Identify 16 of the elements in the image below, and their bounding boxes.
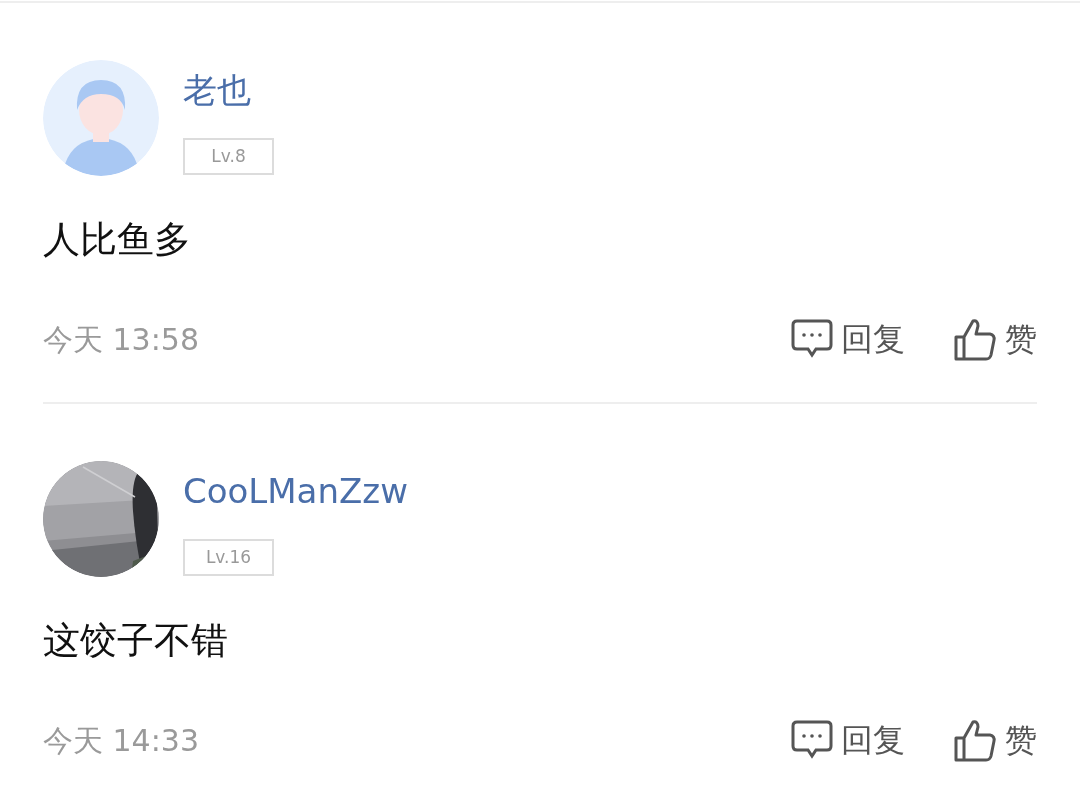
reply-button[interactable]: 回复 (791, 716, 905, 764)
like-button[interactable]: 赞 (953, 315, 1037, 363)
comment-text: 这饺子不错 (43, 618, 229, 664)
level-badge: Lv.8 (183, 138, 274, 175)
comment-text: 人比鱼多 (43, 217, 192, 263)
username[interactable]: CooLManZzw (183, 469, 408, 513)
level-badge: Lv.16 (183, 539, 274, 576)
timestamp: 今天 13:58 (43, 320, 199, 359)
like-button[interactable]: 赞 (953, 716, 1037, 764)
comment-icon (791, 720, 833, 760)
username[interactable]: 老也 (183, 68, 251, 112)
comment-icon (791, 319, 833, 359)
thumbs-up-icon (953, 718, 997, 762)
reply-button[interactable]: 回复 (791, 315, 905, 363)
thumbs-up-icon (953, 317, 997, 361)
timestamp: 今天 14:33 (43, 721, 199, 760)
